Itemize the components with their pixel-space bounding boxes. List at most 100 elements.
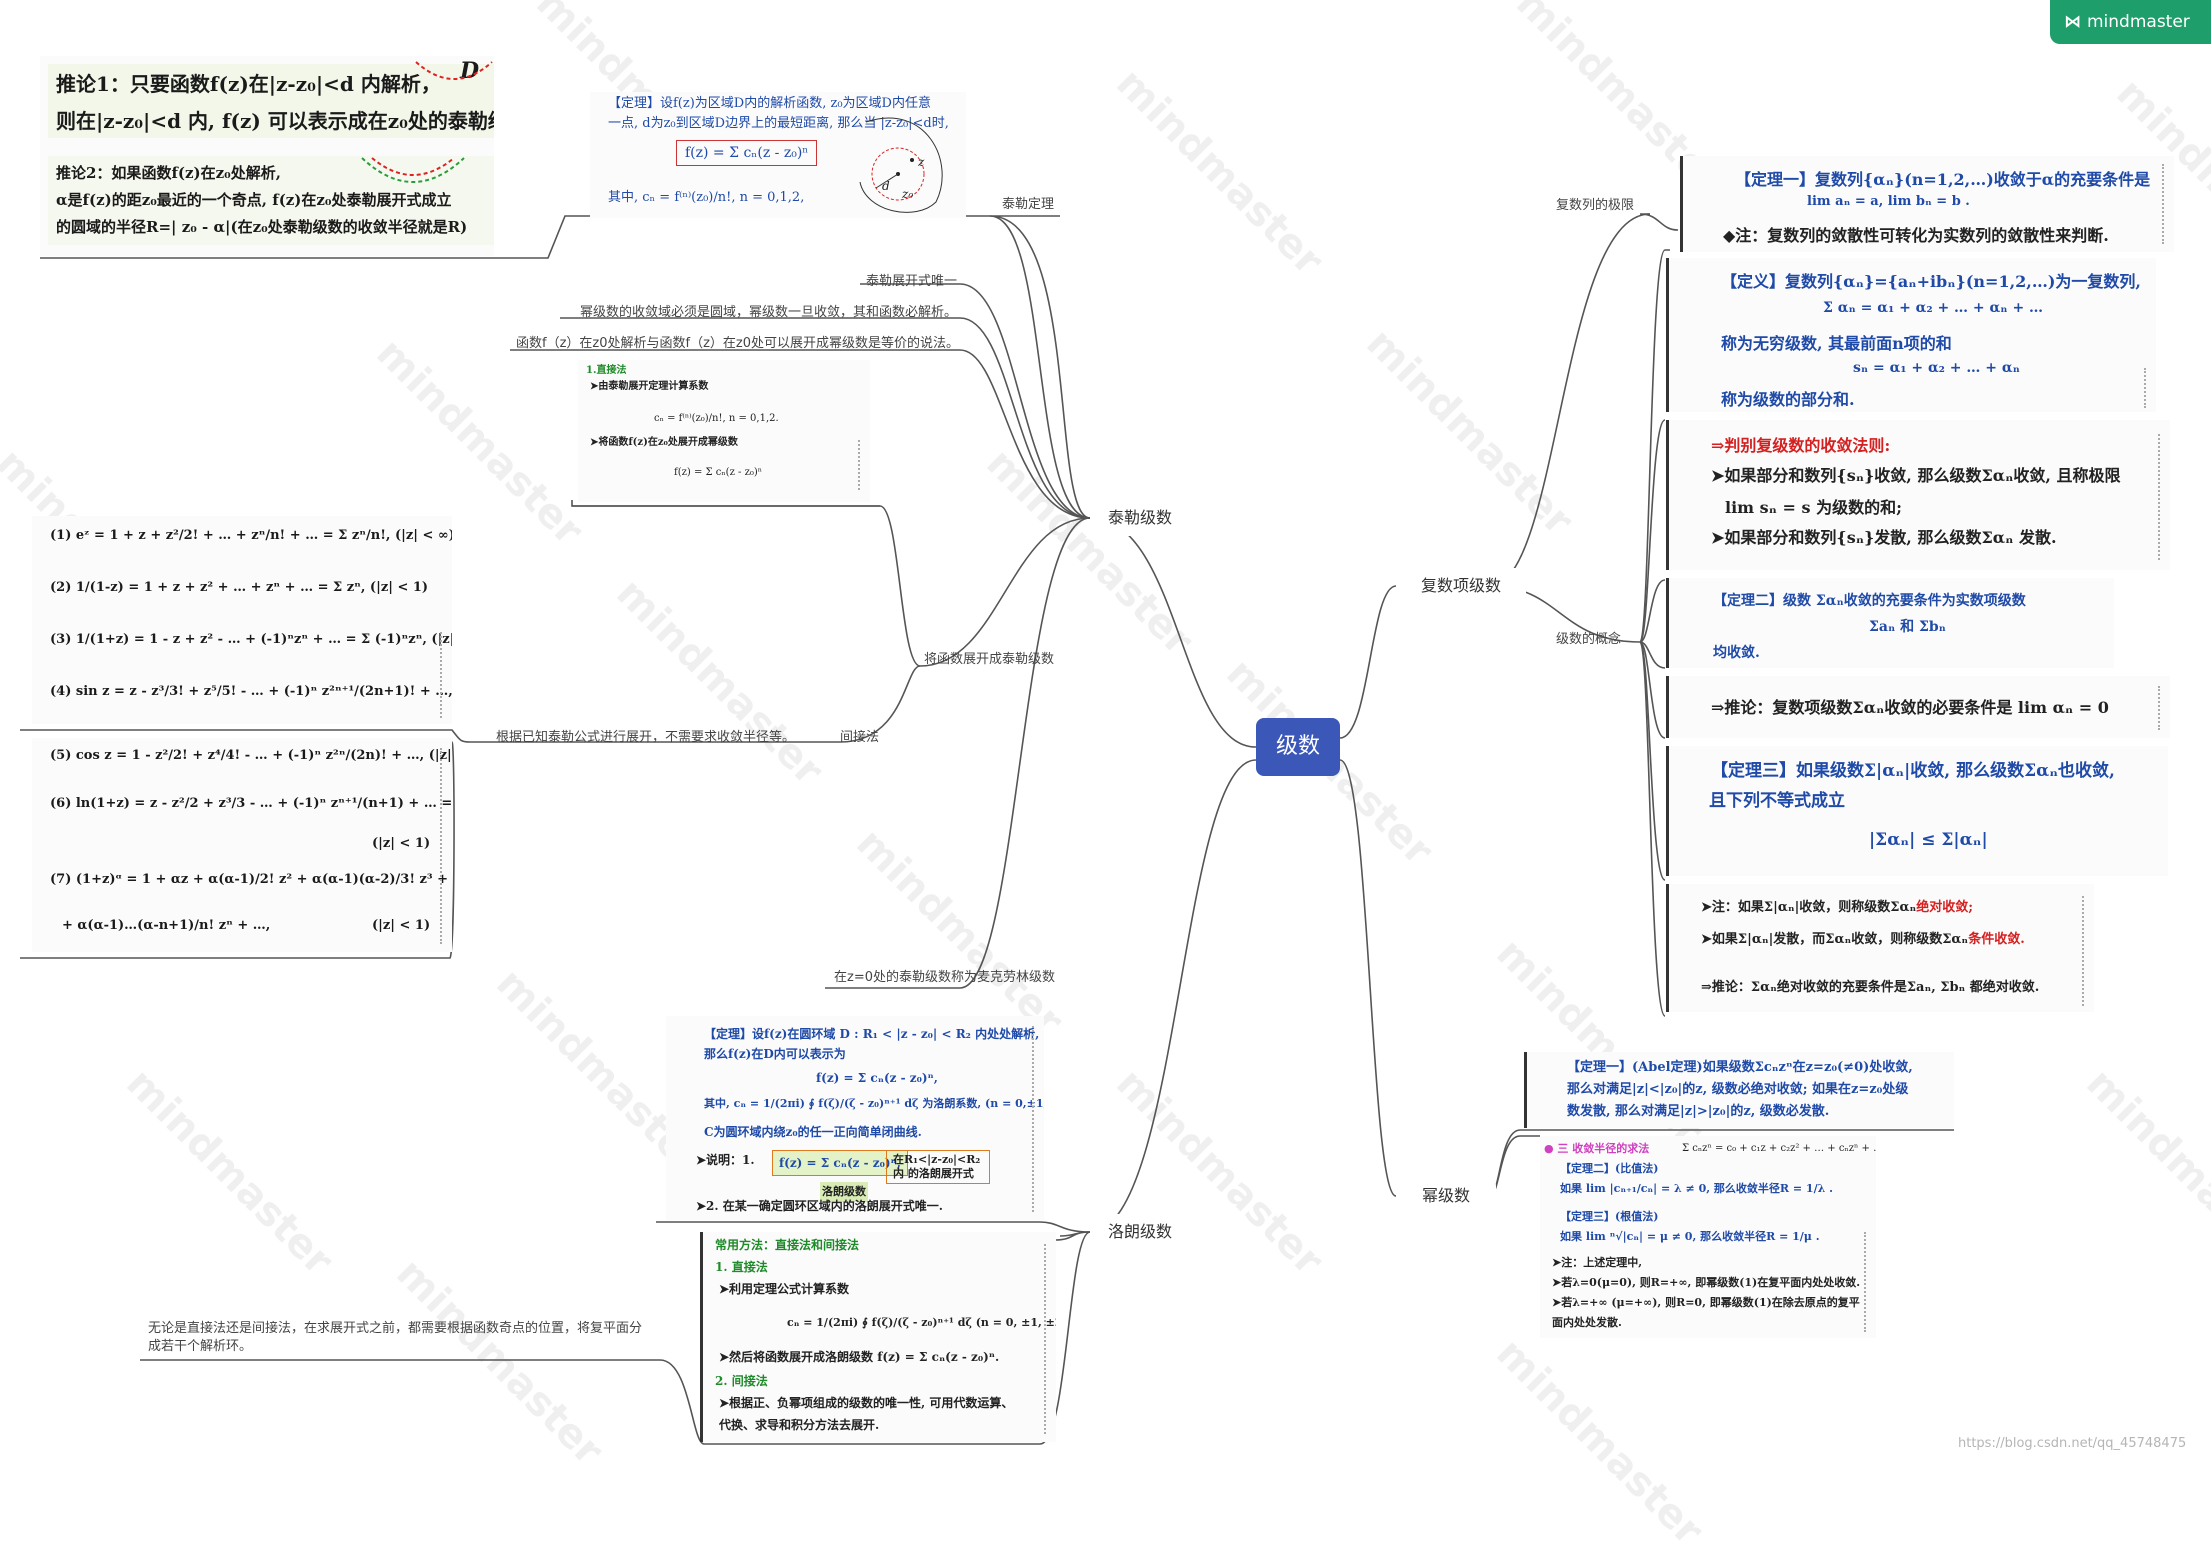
label-equivalence[interactable]: 函数f（z）在z0处解析与函数f（z）在z0处可以展开成幂级数是等价的说法。 bbox=[516, 332, 959, 351]
card-maclaurin-formulas-2[interactable]: (5) cos z = 1 - z²/2! + z⁴/4! - … + (-1)… bbox=[32, 738, 452, 952]
label-indirect-desc[interactable]: 根据已知泰勒公式进行展开，不需要求收敛半径等。 bbox=[496, 726, 795, 745]
radius-root-title: 【定理三】(根值法) bbox=[1560, 1210, 1659, 1223]
rule-line-3: lim sₙ = s 为级数的和; bbox=[1725, 498, 1903, 517]
label-series-concept[interactable]: 级数的概念 bbox=[1556, 628, 1621, 647]
card-series-definition[interactable]: 【定义】复数列{αₙ}={aₙ+ibₙ}(n=1,2,…)为一复数列, Σ αₙ… bbox=[1666, 258, 2156, 412]
topic-laurent[interactable]: 洛朗级数 bbox=[1090, 1214, 1190, 1250]
card-radius-convergence[interactable]: ● 三 收敛半径的求法 Σ cₙzⁿ = c₀ + c₁z + c₂z² + …… bbox=[1540, 1136, 1876, 1338]
topic-power-label: 幂级数 bbox=[1421, 1186, 1470, 1205]
label-complex-limit[interactable]: 复数列的极限 bbox=[1556, 194, 1634, 213]
radius-series: Σ cₙzⁿ = c₀ + c₁z + c₂z² + … + cₙzⁿ + … bbox=[1682, 1143, 1876, 1154]
abel-line-1: 【定理一】(Abel定理)如果级数Σcₙzⁿ在z=z₀(≠0)处收敛, bbox=[1567, 1060, 1913, 1075]
formula-binomial: (7) (1+z)ᵅ = 1 + αz + α(α-1)/2! z² + α(α… bbox=[50, 872, 452, 887]
methods-direct: 1. 直接法 bbox=[715, 1260, 768, 1274]
laurent-line-7: ➤2. 在某一确定圆环区域内的洛朗展开式唯一. bbox=[696, 1199, 943, 1213]
label-conv-region[interactable]: 幂级数的收敛域必须是圆域，幂级数一旦收敛，其和函数必解析。 bbox=[580, 301, 957, 320]
card-abel-theorem[interactable]: 【定理一】(Abel定理)如果级数Σcₙzⁿ在z=z₀(≠0)处收敛, 那么对满… bbox=[1524, 1052, 1954, 1128]
def-line-2: Σ αₙ = α₁ + α₂ + … + αₙ + … bbox=[1823, 300, 2044, 316]
card-scrollbar[interactable] bbox=[2082, 896, 2092, 1006]
def-line-5: 称为级数的部分和. bbox=[1721, 390, 1855, 409]
card-taylor-theorem[interactable]: 【定理】设f(z)为区域D内的解析函数, z₀为区域D内任意 一点, d为z₀到… bbox=[590, 92, 966, 218]
radius-ratio: 如果 lim |cₙ₊₁/cₙ| = λ ≠ 0, 那么收敛半径R = 1/λ … bbox=[1560, 1182, 1833, 1195]
card-scrollbar[interactable] bbox=[440, 748, 450, 944]
corollary-line-4: α是f(z)的距z₀最近的一个奇点, f(z)在z₀处泰勒展开式成立 bbox=[56, 191, 452, 209]
direct-line-2: cₙ = f⁽ⁿ⁾(z₀)/n!, n = 0,1,2. bbox=[654, 413, 779, 424]
card-scrollbar[interactable] bbox=[1864, 1232, 1874, 1332]
card-scrollbar[interactable] bbox=[1044, 1244, 1054, 1434]
card-complex-limit-theorem[interactable]: 【定理一】复数列{αₙ}(n=1,2,…)收敛于α的充要条件是 lim aₙ =… bbox=[1680, 156, 2174, 252]
cor3-line-1: ⇒推论：复数项级数Σαₙ收敛的必要条件是 lim αₙ = 0 bbox=[1711, 698, 2109, 717]
card-scrollbar[interactable] bbox=[1032, 1026, 1042, 1212]
card-scrollbar[interactable] bbox=[2158, 434, 2168, 560]
laurent-line-1: 【定理】设f(z)在圆环域 D : R₁ < |z - z₀| < R₂ 内处处… bbox=[704, 1027, 1040, 1041]
edge-root-power bbox=[1339, 759, 1397, 1197]
abel-line-2: 那么对满足|z|<|z₀|的z, 级数必绝对收敛; 如果在z=z₀处级 bbox=[1567, 1082, 1909, 1097]
card-necessary-condition[interactable]: ⇒推论：复数项级数Σαₙ收敛的必要条件是 lim αₙ = 0 bbox=[1666, 676, 2170, 738]
card-scrollbar[interactable] bbox=[858, 440, 868, 490]
card-theorem-two[interactable]: 【定理二】级数 Σαₙ收敛的充要条件为实数项级数 Σaₙ 和 Σbₙ 均收敛. bbox=[1666, 578, 2114, 668]
thm2-line-1: 【定理二】级数 Σαₙ收敛的充要条件为实数项级数 bbox=[1713, 593, 2026, 609]
root-topic[interactable]: 级数 bbox=[1256, 718, 1340, 776]
d-region-arc bbox=[415, 61, 493, 80]
card-corollary[interactable]: 推论1：只要函数f(z)在|z-z₀|<d 内解析， 则在|z-z₀|<d 内,… bbox=[40, 56, 494, 256]
taylor-thm-line-4: 其中, cₙ = f⁽ⁿ⁾(z₀)/n!, n = 0,1,2, bbox=[608, 190, 805, 205]
radius-title: ● 三 收敛半径的求法 bbox=[1544, 1142, 1650, 1155]
card-maclaurin-formulas-1[interactable]: (1) eᶻ = 1 + z + z²/2! + … + zⁿ/n! + … =… bbox=[32, 516, 452, 724]
methods-title: 常用方法：直接法和间接法 bbox=[715, 1238, 860, 1252]
card-scrollbar[interactable] bbox=[2158, 686, 2168, 730]
direct-line-1: ➤由泰勒展开定理计算系数 bbox=[590, 381, 709, 392]
label-indirect[interactable]: 间接法 bbox=[840, 726, 879, 745]
card-theorem-three[interactable]: 【定理三】如果级数Σ|αₙ|收敛, 那么级数Σαₙ也收敛, 且下列不等式成立 |… bbox=[1666, 746, 2168, 876]
mindmaster-brand[interactable]: ⋈ mindmaster bbox=[2050, 0, 2211, 44]
disk-d-label: d bbox=[882, 179, 890, 193]
methods-direct-formula: cₙ = 1/(2πi) ∮ f(ζ)/(ζ - z₀)ⁿ⁺¹ dζ (n = … bbox=[787, 1316, 1056, 1329]
card-scrollbar[interactable] bbox=[440, 632, 450, 718]
card-direct-method[interactable]: 1.直接法 ➤由泰勒展开定理计算系数 cₙ = f⁽ⁿ⁾(z₀)/n!, n =… bbox=[578, 360, 870, 502]
abs-line-1: ➤注：如果Σ|αₙ|收敛，则称级数Σαₙ绝对收敛; bbox=[1701, 896, 1973, 915]
topic-taylor[interactable]: 泰勒级数 bbox=[1090, 500, 1190, 536]
card-scrollbar[interactable] bbox=[2162, 164, 2172, 244]
thm3-line-1: 【定理三】如果级数Σ|αₙ|收敛, 那么级数Σαₙ也收敛, bbox=[1711, 761, 2115, 781]
taylor-thm-line-1: 【定理】设f(z)为区域D内的解析函数, z₀为区域D内任意 bbox=[608, 96, 931, 111]
topic-laurent-label: 洛朗级数 bbox=[1107, 1222, 1172, 1241]
label-taylor-theorem[interactable]: 泰勒定理 bbox=[1002, 193, 1054, 212]
radius-ratio-title: 【定理二】(比值法) bbox=[1560, 1162, 1659, 1175]
card-absolute-convergence[interactable]: ➤注：如果Σ|αₙ|收敛，则称级数Σαₙ绝对收敛; ➤如果Σ|αₙ|发散，而Σα… bbox=[1666, 884, 2094, 1012]
topic-complex[interactable]: 复数项级数 bbox=[1396, 568, 1526, 604]
card-laurent-methods[interactable]: 常用方法：直接法和间接法 1. 直接法 ➤利用定理公式计算系数 cₙ = 1/(… bbox=[700, 1232, 1056, 1442]
abs-line-1-text: ➤注：如果Σ|αₙ|收敛，则称级数Σαₙ bbox=[1701, 900, 1917, 915]
methods-indirect-2: 代换、求导和积分方法去展开. bbox=[719, 1418, 880, 1432]
methods-indirect: 2. 间接法 bbox=[715, 1374, 768, 1388]
footer-url: https://blog.csdn.net/qq_45748475 bbox=[1958, 1436, 2187, 1451]
label-laurent-note[interactable]: 无论是直接法还是间接法，在求展开式之前，都需要根据函数奇点的位置，将复平面分成若… bbox=[148, 1320, 648, 1356]
card-convergence-rule[interactable]: ⇒判别复级数的收敛法则: ➤如果部分和数列{sₙ}收敛, 那么级数Σαₙ收敛, … bbox=[1666, 420, 2170, 570]
def-line-3: 称为无穷级数, 其最前面n项的和 bbox=[1721, 334, 1952, 353]
thm1-line-2: lim aₙ = a, lim bₙ = b . bbox=[1807, 194, 1970, 209]
label-maclaurin[interactable]: 在z=0处的泰勒级数称为麦克劳林级数 bbox=[834, 966, 1055, 985]
laurent-expansion-region: 在R₁<|z-z₀|<R₂内 的洛朗展开式 bbox=[886, 1150, 990, 1184]
label-expand[interactable]: 将函数展开成泰勒级数 bbox=[924, 648, 1054, 667]
formula-ln: (6) ln(1+z) = z - z²/2 + z³/3 - … + (-1)… bbox=[50, 796, 452, 811]
methods-indirect-1: ➤根据正、负幂项组成的级数的唯一性, 可用代数运算、 bbox=[719, 1396, 1014, 1410]
direct-line-4: f(z) = Σ cₙ(z - z₀)ⁿ bbox=[674, 467, 763, 478]
edge-root-laurent bbox=[1089, 759, 1257, 1233]
edge-root-taylor bbox=[1089, 517, 1257, 748]
abs-line-2: ➤如果Σ|αₙ|发散，而Σαₙ收敛，则称级数Σαₙ条件收敛. bbox=[1701, 928, 2025, 947]
abel-line-3: 数发散, 那么对满足|z|>|z₀|的z, 级数必发散. bbox=[1567, 1104, 1830, 1119]
formula-geometric: (2) 1/(1-z) = 1 + z + z² + … + zⁿ + … = … bbox=[50, 580, 429, 595]
radius-note-3: ➤若λ=+∞ (μ=+∞), 则R=0, 即幂级数(1)在除去原点的复平 bbox=[1552, 1296, 1860, 1309]
card-scrollbar[interactable] bbox=[2144, 368, 2154, 408]
rule-line-4: ➤如果部分和数列{sₙ}发散, 那么级数Σαₙ 发散. bbox=[1711, 528, 2057, 547]
laurent-line-4: 其中, cₙ = 1/(2πi) ∮ f(ζ)/(ζ - z₀)ⁿ⁺¹ dζ 为… bbox=[704, 1097, 1044, 1110]
corollary-line-2: 则在|z-z₀|<d 内, f(z) 可以表示成在z₀处的泰勒级数. bbox=[56, 109, 494, 133]
topic-power[interactable]: 幂级数 bbox=[1396, 1178, 1496, 1214]
rule-line-1: ⇒判别复级数的收敛法则: bbox=[1711, 436, 1891, 455]
taylor-formula: f(z) = Σ cₙ(z - z₀)ⁿ bbox=[676, 140, 818, 166]
abs-line-2-term: 条件收敛. bbox=[1968, 932, 2025, 947]
disk-z-label: z bbox=[918, 155, 925, 169]
formula-binomial-tail: + α(α-1)…(α-n+1)/n! zⁿ + …, bbox=[62, 918, 271, 933]
formula-binomial-range: (|z| < 1) bbox=[372, 918, 431, 933]
card-laurent-theorem[interactable]: 【定理】设f(z)在圆环域 D : R₁ < |z - z₀| < R₂ 内处处… bbox=[666, 1016, 1044, 1220]
radius-note-4: 面内处处发散. bbox=[1552, 1316, 1622, 1329]
label-taylor-unique[interactable]: 泰勒展开式唯一 bbox=[866, 270, 957, 289]
